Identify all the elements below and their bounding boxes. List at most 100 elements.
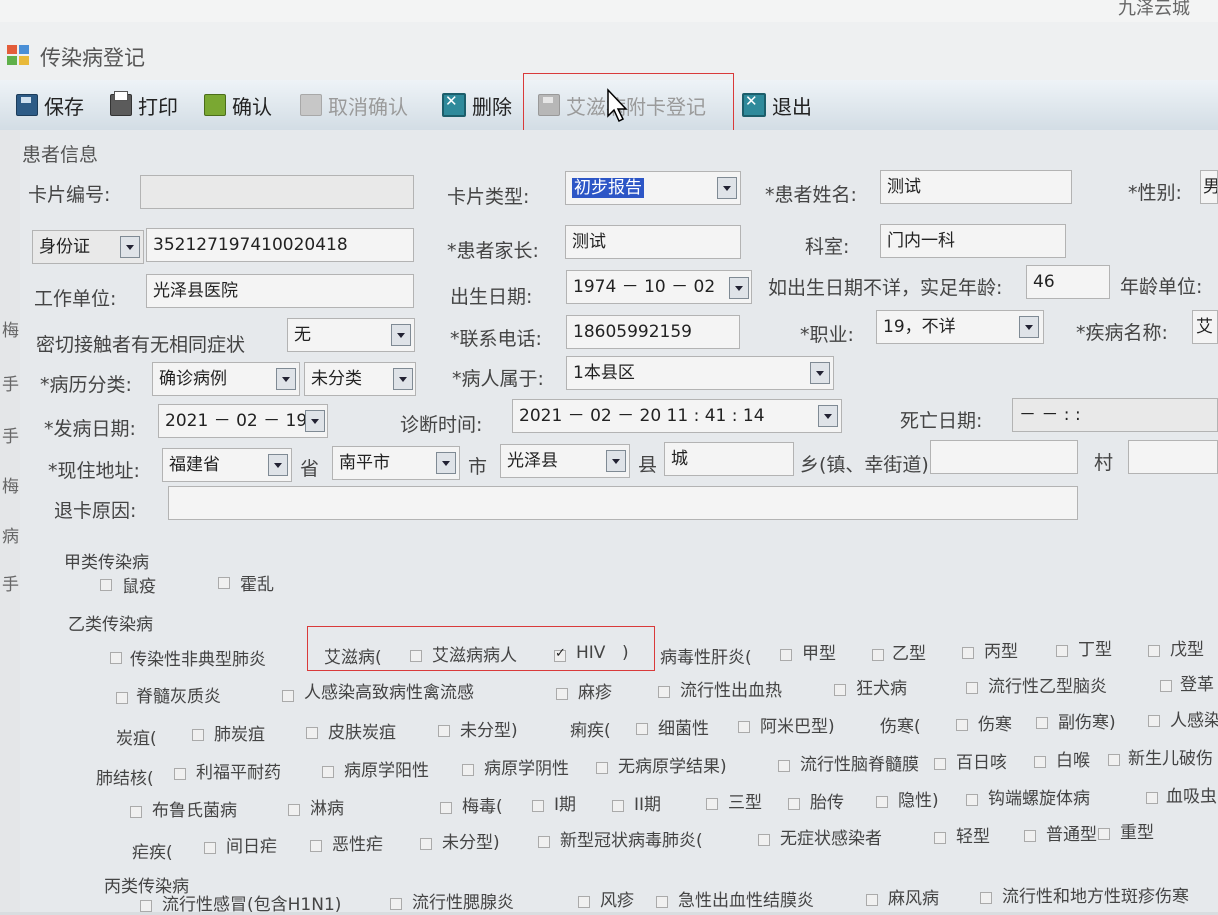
card-type-dropdown-icon[interactable] [717,177,737,199]
checkbox[interactable] [780,649,792,661]
checkbox[interactable] [578,896,590,908]
checkbox[interactable] [934,758,946,770]
age-input[interactable]: 46 [1026,265,1110,299]
age-label: 如出生日期不详，实足年龄: [768,277,1003,299]
checkbox[interactable] [1034,756,1046,768]
checkbox[interactable] [834,684,846,696]
checkbox[interactable] [876,796,888,808]
checkbox[interactable] [738,721,750,733]
checkbox[interactable] [758,834,770,846]
checkbox[interactable] [538,836,550,848]
checkbox-label: 传染性非典型肺炎 [130,650,266,670]
checkbox[interactable] [1098,828,1110,840]
city-dropdown-icon[interactable] [436,452,456,474]
checkbox[interactable] [980,892,992,904]
phone-input[interactable]: 18605992159 [566,315,740,349]
guardian-input[interactable]: 测试 [565,225,741,259]
checkbox[interactable] [966,682,978,694]
checkbox[interactable] [1160,680,1172,692]
checkbox[interactable] [532,800,544,812]
checkbox[interactable] [556,688,568,700]
checkbox[interactable] [390,898,402,910]
dept-input[interactable]: 门内一科 [880,224,1066,258]
print-button[interactable]: 打印 [110,88,178,122]
exit-icon [742,92,766,117]
confirm-button[interactable]: 确认 [204,88,272,122]
checkbox[interactable] [658,686,670,698]
diag-time-input[interactable]: 2021 － 02 － 20 11 : 41 : 14 [512,399,842,433]
checkbox[interactable] [962,647,974,659]
checkbox[interactable] [934,832,946,844]
diag-time-dropdown-icon[interactable] [818,405,838,427]
cancel-confirm-button[interactable]: 取消确认 [300,88,408,122]
death-date-input[interactable]: － － : : [1012,398,1218,432]
checkbox[interactable] [310,840,322,852]
save-button[interactable]: 保存 [16,88,84,122]
checkbox[interactable] [778,760,790,772]
checkbox[interactable] [1024,830,1036,842]
town-input[interactable]: 城 [664,442,794,476]
checkbox[interactable] [110,652,122,664]
checkbox[interactable] [282,690,294,702]
checkbox[interactable] [636,723,648,735]
checkbox[interactable] [1148,715,1160,727]
birth-date-dropdown-icon[interactable] [729,277,749,299]
card-type-select[interactable]: 初步报告 [565,171,741,205]
checkbox[interactable] [706,798,718,810]
checkbox[interactable] [956,719,968,731]
checkbox[interactable] [192,729,204,741]
village-input[interactable] [1128,440,1218,474]
checkbox[interactable] [100,579,112,591]
checkbox[interactable] [140,900,152,912]
checkbox-label: 霍乱 [240,575,274,595]
card-no-input[interactable] [140,175,414,209]
checkbox[interactable] [420,838,432,850]
case-type2-dropdown-icon[interactable] [393,368,413,390]
checkbox[interactable] [116,692,128,704]
case-type-dropdown-icon[interactable] [276,368,296,390]
onset-date-dropdown-icon[interactable] [305,410,325,432]
work-unit-input[interactable]: 光泽县医院 [146,274,414,308]
checkbox[interactable] [440,802,452,814]
checkbox[interactable] [1036,717,1048,729]
checkbox[interactable] [438,725,450,737]
checkbox[interactable] [872,649,884,661]
id-no-input[interactable]: 352127197410020418 [146,228,414,262]
province-dropdown-icon[interactable] [268,454,288,476]
checkbox[interactable] [130,806,142,818]
checkbox[interactable] [218,577,230,589]
checkbox[interactable] [322,766,334,778]
patient-name-input[interactable]: 测试 [880,170,1072,204]
checkbox[interactable] [1108,754,1120,766]
checkbox[interactable] [288,804,300,816]
checkbox[interactable] [1056,645,1068,657]
checkbox[interactable] [656,896,668,908]
belong-select[interactable]: 1本县区 [566,356,834,390]
checkbox[interactable] [1146,792,1158,804]
belong-dropdown-icon[interactable] [810,362,830,384]
job-dropdown-icon[interactable] [1019,316,1039,338]
county-dropdown-icon[interactable] [606,450,626,472]
street-input[interactable] [930,440,1078,474]
exit-button[interactable]: 退出 [742,88,812,122]
checkbox[interactable] [966,794,978,806]
disease-select[interactable]: 艾 [1192,310,1218,344]
contact-dropdown-icon[interactable] [391,324,411,346]
checkbox[interactable] [174,768,186,780]
checkbox[interactable] [204,842,216,854]
checkbox[interactable] [462,764,474,776]
checkbox[interactable] [612,800,624,812]
guardian-label: *患者家长: [447,240,539,262]
birth-date-input[interactable]: 1974 － 10 － 02 [566,270,752,304]
delete-button[interactable]: 删除 [442,88,512,122]
checkbox[interactable] [788,798,800,810]
checkbox[interactable] [306,727,318,739]
onset-date-input[interactable]: 2021 － 02 － 19 [158,404,328,438]
sex-input[interactable]: 男 [1200,170,1218,204]
id-type-dropdown-icon[interactable] [120,236,140,258]
return-reason-input[interactable] [168,486,1078,520]
checkbox[interactable] [596,762,608,774]
checkbox[interactable] [866,894,878,906]
checkbox[interactable] [1148,645,1160,657]
checkbox-label: 未分型) [442,833,500,853]
